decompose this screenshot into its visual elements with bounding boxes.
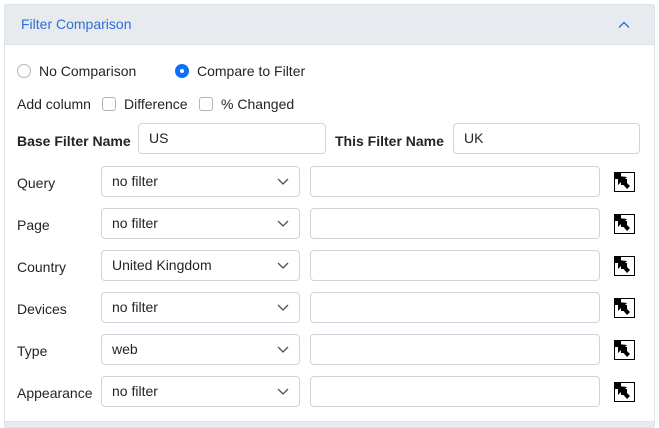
arrow-select-icon[interactable] xyxy=(614,172,635,192)
page-label: Page xyxy=(17,217,50,233)
add-column-row: Add column xyxy=(17,94,91,114)
devices-select[interactable]: no filter xyxy=(101,292,300,323)
devices-label: Devices xyxy=(17,301,67,317)
appearance-select[interactable]: no filter xyxy=(101,376,300,407)
country-label: Country xyxy=(17,259,67,275)
country-select-value: United Kingdom xyxy=(112,257,212,273)
compare-to-filter-label: Compare to Filter xyxy=(197,63,306,79)
page-value-input[interactable] xyxy=(310,208,600,239)
percent-changed-option[interactable]: % Changed xyxy=(199,94,294,114)
filter-comparison-panel: Filter Comparison No Comparison Compare … xyxy=(4,4,655,428)
country-value-input[interactable] xyxy=(310,250,600,281)
chevron-down-icon xyxy=(277,346,289,353)
no-comparison-option[interactable]: No Comparison xyxy=(17,61,136,81)
query-select-value: no filter xyxy=(112,173,158,189)
compare-to-filter-option[interactable]: Compare to Filter xyxy=(175,61,305,81)
base-filter-name-label: Base Filter Name xyxy=(17,133,131,149)
panel-footer-bar xyxy=(5,421,654,427)
type-label: Type xyxy=(17,343,48,359)
devices-value-input[interactable] xyxy=(310,292,600,323)
arrow-select-icon[interactable] xyxy=(614,382,635,402)
type-select-value: web xyxy=(112,341,138,357)
arrow-select-icon[interactable] xyxy=(614,214,635,234)
base-filter-name-input[interactable]: US xyxy=(138,123,326,154)
arrow-select-icon[interactable] xyxy=(614,340,635,360)
country-select[interactable]: United Kingdom xyxy=(101,250,300,281)
difference-label: Difference xyxy=(124,96,188,112)
no-comparison-label: No Comparison xyxy=(39,63,137,79)
arrow-select-icon[interactable] xyxy=(614,256,635,276)
appearance-label: Appearance xyxy=(17,385,93,401)
page-select[interactable]: no filter xyxy=(101,208,300,239)
chevron-up-icon[interactable] xyxy=(616,17,632,33)
chevron-down-icon xyxy=(277,304,289,311)
panel-header[interactable]: Filter Comparison xyxy=(5,5,654,45)
percent-changed-label: % Changed xyxy=(221,96,295,112)
query-label: Query xyxy=(17,175,56,191)
appearance-value-input[interactable] xyxy=(310,376,600,407)
panel-title[interactable]: Filter Comparison xyxy=(21,16,131,32)
this-filter-name-input[interactable]: UK xyxy=(453,123,640,154)
query-value-input[interactable] xyxy=(310,166,600,197)
chevron-down-icon xyxy=(277,262,289,269)
devices-select-value: no filter xyxy=(112,299,158,315)
type-value-input[interactable] xyxy=(310,334,600,365)
no-comparison-radio[interactable] xyxy=(17,64,31,78)
type-select[interactable]: web xyxy=(101,334,300,365)
difference-option[interactable]: Difference xyxy=(102,94,188,114)
difference-checkbox[interactable] xyxy=(102,97,116,111)
compare-to-filter-radio[interactable] xyxy=(175,64,189,78)
query-select[interactable]: no filter xyxy=(101,166,300,197)
chevron-down-icon xyxy=(277,178,289,185)
chevron-down-icon xyxy=(277,388,289,395)
add-column-label: Add column xyxy=(17,96,91,112)
this-filter-name-label: This Filter Name xyxy=(335,133,444,149)
percent-changed-checkbox[interactable] xyxy=(199,97,213,111)
appearance-select-value: no filter xyxy=(112,383,158,399)
arrow-select-icon[interactable] xyxy=(614,298,635,318)
chevron-down-icon xyxy=(277,220,289,227)
page-select-value: no filter xyxy=(112,215,158,231)
